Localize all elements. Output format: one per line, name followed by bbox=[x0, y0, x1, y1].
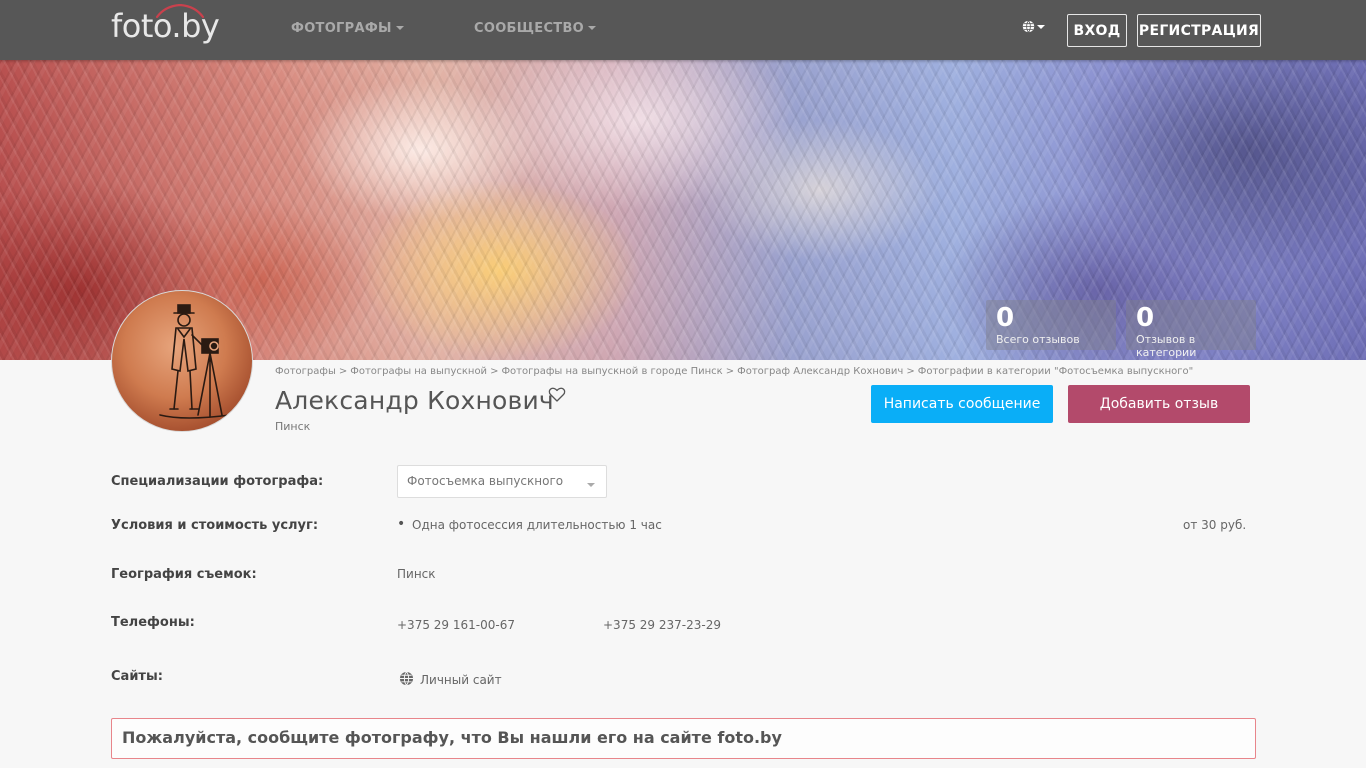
geography-value: Пинск bbox=[397, 567, 436, 581]
nav-community-label: СООБЩЕСТВО bbox=[474, 20, 585, 36]
service-price: от 30 руб. bbox=[1183, 518, 1247, 532]
login-button[interactable]: ВХОД bbox=[1067, 14, 1127, 47]
total-reviews-label: Всего отзывов bbox=[996, 333, 1080, 346]
breadcrumb: Фотографы > Фотографы на выпускной > Фотогра… bbox=[275, 366, 1193, 377]
breadcrumb-link[interactable]: Фотографы на выпускной bbox=[350, 366, 487, 377]
write-message-button[interactable]: Написать сообщение bbox=[871, 385, 1053, 423]
top-navbar: foto.by ФОТОГРАФЫ СООБЩЕСТВО ВХОД РЕГИСТ… bbox=[0, 0, 1366, 60]
globe-icon bbox=[1022, 20, 1035, 33]
personal-site-link[interactable]: Личный сайт bbox=[420, 673, 502, 687]
services-label: Условия и стоимость услуг: bbox=[111, 518, 319, 533]
bullet-icon: • bbox=[397, 516, 406, 532]
sites-label: Сайты: bbox=[111, 669, 163, 684]
category-reviews-label: Отзывов в категории bbox=[1136, 333, 1197, 359]
photographer-avatar bbox=[111, 290, 253, 432]
breadcrumb-separator: > bbox=[338, 366, 348, 377]
caret-down-icon bbox=[395, 26, 404, 30]
notice-banner: Пожалуйста, сообщите фотографу, что Вы н… bbox=[111, 718, 1256, 759]
caret-down-icon bbox=[588, 26, 597, 30]
notice-text: Пожалуйста, сообщите фотографу, что Вы н… bbox=[122, 728, 782, 747]
total-reviews-count: 0 bbox=[996, 303, 1015, 333]
breadcrumb-link[interactable]: Фотограф Александр Кохнович bbox=[737, 366, 903, 377]
breadcrumb-current[interactable]: Фотографии в категории "Фотосъемка выпус… bbox=[918, 366, 1194, 377]
nav-community[interactable]: СООБЩЕСТВО bbox=[474, 0, 597, 56]
caret-down-icon bbox=[587, 483, 595, 487]
avatar-illustration bbox=[159, 304, 231, 419]
breadcrumb-separator: > bbox=[725, 366, 735, 377]
category-reviews-count: 0 bbox=[1136, 303, 1155, 333]
phones-label: Телефоны: bbox=[111, 615, 195, 630]
nav-photographers[interactable]: ФОТОГРАФЫ bbox=[291, 0, 404, 56]
logo-roof-icon bbox=[155, 4, 205, 18]
specializations-selected-value: Фотосъемка выпускного bbox=[407, 474, 564, 488]
service-item: Одна фотосессия длительностью 1 час bbox=[412, 518, 662, 532]
add-review-button[interactable]: Добавить отзыв bbox=[1068, 385, 1250, 423]
breadcrumb-separator: > bbox=[906, 366, 915, 377]
breadcrumb-link[interactable]: Фотографы bbox=[275, 366, 336, 377]
register-button[interactable]: РЕГИСТРАЦИЯ bbox=[1137, 14, 1261, 47]
total-reviews-stat: 0 Всего отзывов bbox=[986, 300, 1116, 350]
specializations-select[interactable]: Фотосъемка выпускного bbox=[397, 465, 607, 498]
photographer-city: Пинск bbox=[275, 420, 311, 433]
phone-number[interactable]: +375 29 161-00-67 bbox=[397, 618, 515, 632]
phone-number[interactable]: +375 29 237-23-29 bbox=[603, 618, 721, 632]
geography-label: География съемок: bbox=[111, 567, 257, 582]
globe-icon bbox=[399, 671, 414, 686]
language-switcher[interactable] bbox=[1022, 20, 1045, 33]
heart-icon[interactable] bbox=[548, 386, 566, 403]
category-reviews-stat: 0 Отзывов в категории bbox=[1126, 300, 1256, 359]
specializations-label: Специализации фотографа: bbox=[111, 474, 324, 489]
breadcrumb-separator: > bbox=[490, 366, 499, 377]
photographer-name: Александр Кохнович bbox=[275, 386, 554, 415]
caret-down-icon bbox=[1037, 24, 1045, 29]
site-logo[interactable]: foto.by bbox=[111, 4, 220, 46]
nav-photographers-label: ФОТОГРАФЫ bbox=[291, 20, 392, 36]
breadcrumb-link[interactable]: Фотографы на выпускной в городе Пинск bbox=[501, 366, 722, 377]
